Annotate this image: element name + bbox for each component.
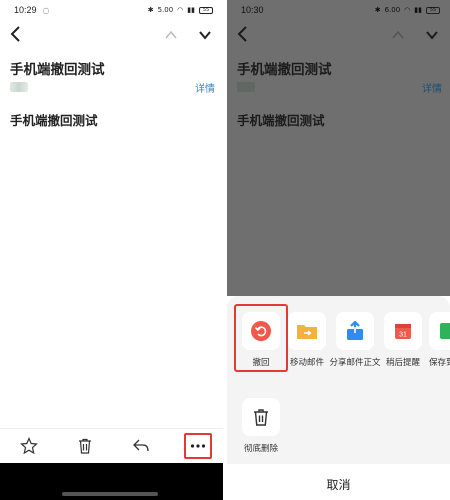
previous-mail-icon (392, 30, 404, 39)
calendar-badge: 31 (399, 332, 407, 339)
move-folder-icon (297, 325, 317, 339)
network-speed: 5.00 (157, 6, 174, 14)
bluetooth-icon: ✱ (374, 6, 381, 14)
wifi-icon: ◠ (404, 6, 411, 14)
share-body-tile[interactable] (336, 312, 374, 350)
remind-later-tile[interactable]: 31 (384, 312, 422, 350)
wifi-icon: ◠ (177, 6, 184, 14)
calendar-icon: 31 (395, 324, 411, 339)
permanent-delete-label: 彻底删除 (243, 444, 278, 454)
mail-subject: 手机端撤回测试 (237, 62, 332, 78)
status-bar: 10:29 ◌ ✱ 5.00 ◠ ▮▮ 55 (0, 0, 223, 20)
status-time: 10:30 (241, 5, 264, 15)
back-icon (237, 26, 247, 42)
save-to-tile[interactable] (429, 312, 450, 350)
back-icon[interactable] (8, 24, 24, 44)
mail-subject: 手机端撤回测试 (10, 62, 105, 78)
move-mail-tile[interactable] (288, 312, 326, 350)
mail-actions-screen: 10:30 ✱ 6.00 ◠ ▮▮ 55 手机端撤回测试 详情 手机端撤回测试 … (227, 0, 450, 500)
save-to-label: 保存到 (429, 358, 450, 368)
next-mail-icon[interactable] (198, 28, 212, 42)
trash-icon (254, 409, 268, 426)
mail-body: 手机端撤回测试 (237, 113, 325, 128)
battery-icon: 55 (199, 6, 213, 14)
sender-avatar-blurred (10, 82, 28, 92)
more-icon (190, 444, 206, 448)
signal-icon: ▮▮ (187, 6, 195, 14)
chat-notification-icon: ◌ (42, 5, 50, 15)
nav-bar (227, 22, 450, 50)
delete-icon[interactable] (76, 437, 94, 455)
details-link[interactable]: 详情 (195, 80, 215, 95)
battery-icon: 55 (426, 6, 440, 14)
home-indicator[interactable] (62, 492, 158, 496)
mail-detail-screen: 10:29 ◌ ✱ 5.00 ◠ ▮▮ 55 手机端撤回测试 详情 手机端撤回测… (0, 0, 223, 500)
star-icon[interactable] (20, 437, 38, 455)
reply-icon[interactable] (132, 437, 150, 455)
save-icon (440, 323, 450, 339)
network-speed: 6.00 (384, 6, 401, 14)
status-time: 10:29 (14, 5, 37, 15)
permanent-delete-action[interactable]: 彻底删除 (233, 398, 289, 455)
save-to-action[interactable]: 保存到 (423, 312, 450, 369)
status-icons: ✱ 5.00 ◠ ▮▮ 55 (148, 6, 213, 14)
signal-icon: ▮▮ (414, 6, 422, 14)
share-icon (347, 321, 363, 340)
nav-bar (0, 22, 223, 50)
permanent-delete-tile[interactable] (242, 398, 280, 436)
previous-mail-icon[interactable] (164, 28, 178, 42)
bluetooth-icon: ✱ (147, 6, 154, 14)
mail-body: 手机端撤回测试 (10, 113, 98, 128)
sender-avatar-blurred (237, 82, 255, 92)
details-link: 详情 (422, 84, 442, 95)
status-bar: 10:30 ✱ 6.00 ◠ ▮▮ 55 (227, 0, 450, 20)
cancel-label: 取消 (326, 478, 351, 492)
more-button[interactable] (184, 433, 212, 459)
cancel-button[interactable]: 取消 (227, 464, 450, 500)
status-icons: ✱ 6.00 ◠ ▮▮ 55 (375, 6, 440, 14)
next-mail-icon (426, 31, 438, 40)
